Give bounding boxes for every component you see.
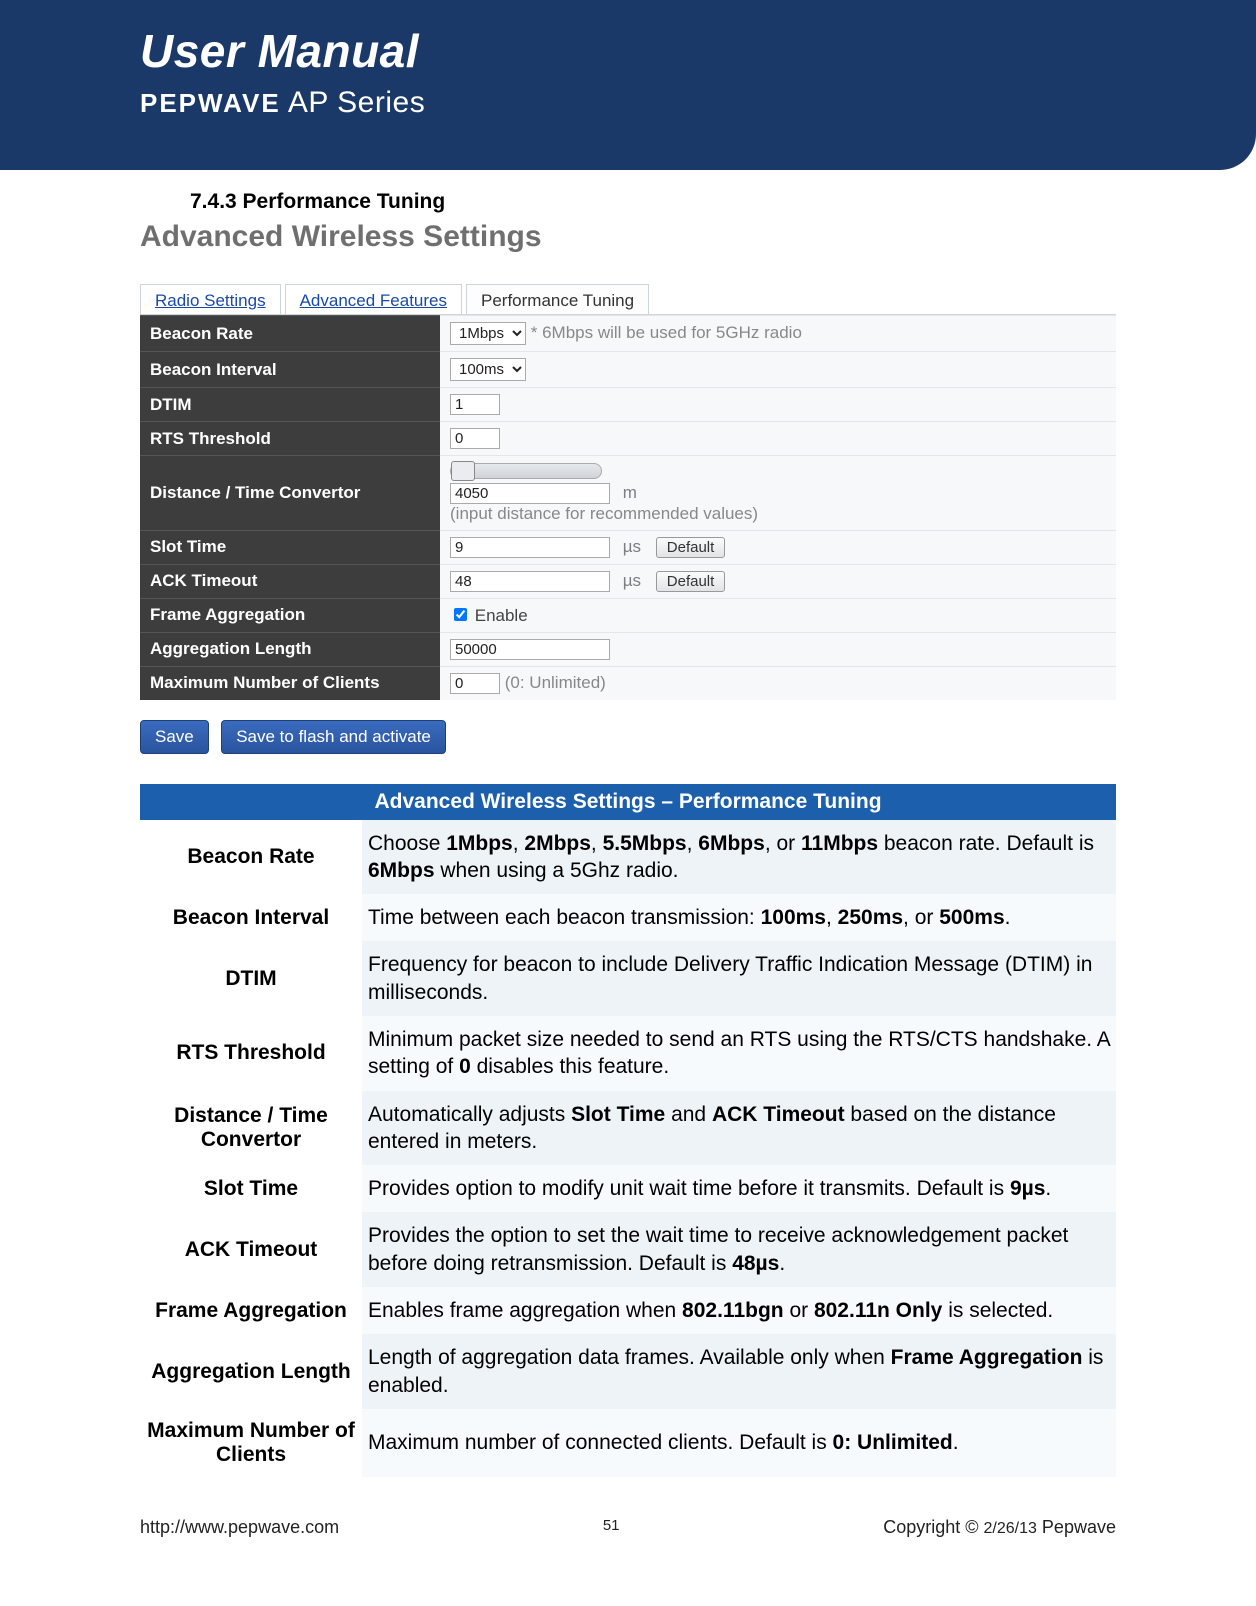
input-agg-length[interactable] bbox=[450, 639, 610, 660]
save-button[interactable]: Save bbox=[140, 720, 209, 754]
desc-label-beacon-interval: Beacon Interval bbox=[140, 894, 362, 941]
tab-advanced-features[interactable]: Advanced Features bbox=[285, 284, 462, 314]
input-ack-timeout[interactable] bbox=[450, 571, 610, 592]
slider-distance[interactable] bbox=[450, 463, 602, 479]
hint-max-clients: (0: Unlimited) bbox=[505, 673, 606, 692]
desc-label-beacon-rate: Beacon Rate bbox=[140, 820, 362, 895]
default-ack-timeout-button[interactable]: Default bbox=[656, 571, 726, 592]
save-row: Save Save to flash and activate bbox=[140, 720, 1116, 754]
input-dtim[interactable] bbox=[450, 394, 500, 415]
select-beacon-interval[interactable]: 100ms bbox=[450, 358, 526, 381]
desc-label-slot-time: Slot Time bbox=[140, 1165, 362, 1212]
tab-radio-settings[interactable]: Radio Settings bbox=[140, 284, 281, 314]
input-max-clients[interactable] bbox=[450, 673, 500, 694]
unit-distance: m bbox=[623, 483, 637, 502]
footer-url: http://www.pepwave.com bbox=[140, 1517, 339, 1538]
desc-body-ack-timeout: Provides the option to set the wait time… bbox=[362, 1212, 1116, 1287]
desc-label-dtim: DTIM bbox=[140, 941, 362, 1016]
default-slot-time-button[interactable]: Default bbox=[656, 537, 726, 558]
label-agg-length: Aggregation Length bbox=[140, 632, 440, 666]
doc-banner: User Manual PEPWAVE AP Series bbox=[0, 0, 1256, 170]
save-activate-button[interactable]: Save to flash and activate bbox=[221, 720, 446, 754]
input-distance[interactable] bbox=[450, 483, 610, 504]
doc-subtitle: PEPWAVE AP Series bbox=[140, 86, 1256, 120]
input-rts[interactable] bbox=[450, 428, 500, 449]
description-table: Beacon Rate Choose 1Mbps, 2Mbps, 5.5Mbps… bbox=[140, 820, 1116, 1477]
settings-table: Beacon Rate 1Mbps * 6Mbps will be used f… bbox=[140, 315, 1116, 700]
footer-copyright: Copyright © 2/26/13 Pepwave bbox=[883, 1517, 1116, 1538]
page-footer: http://www.pepwave.com 51 Copyright © 2/… bbox=[0, 1477, 1256, 1568]
desc-label-max-clients: Maximum Number of Clients bbox=[140, 1409, 362, 1477]
desc-body-beacon-rate: Choose 1Mbps, 2Mbps, 5.5Mbps, 6Mbps, or … bbox=[362, 820, 1116, 895]
label-beacon-interval: Beacon Interval bbox=[140, 352, 440, 388]
label-dtim: DTIM bbox=[140, 388, 440, 422]
label-frame-agg: Frame Aggregation bbox=[140, 598, 440, 632]
enable-label: Enable bbox=[475, 606, 528, 625]
desc-label-frame-agg: Frame Aggregation bbox=[140, 1287, 362, 1334]
doc-title: User Manual bbox=[140, 24, 1256, 78]
label-rts: RTS Threshold bbox=[140, 422, 440, 456]
desc-body-slot-time: Provides option to modify unit wait time… bbox=[362, 1165, 1116, 1212]
label-max-clients: Maximum Number of Clients bbox=[140, 666, 440, 700]
desc-body-rts: Minimum packet size needed to send an RT… bbox=[362, 1016, 1116, 1091]
note-beacon-rate: * 6Mbps will be used for 5GHz radio bbox=[531, 323, 802, 342]
tab-bar: Radio Settings Advanced Features Perform… bbox=[140, 284, 1116, 315]
desc-label-rts: RTS Threshold bbox=[140, 1016, 362, 1091]
input-slot-time[interactable] bbox=[450, 537, 610, 558]
label-distance: Distance / Time Convertor bbox=[140, 456, 440, 531]
section-heading: 7.4.3 Performance Tuning bbox=[190, 190, 1116, 214]
unit-ack-timeout: µs bbox=[623, 571, 641, 590]
advanced-title: Advanced Wireless Settings bbox=[140, 220, 1116, 254]
hint-distance: (input distance for recommended values) bbox=[450, 504, 758, 523]
slider-thumb[interactable] bbox=[451, 461, 475, 481]
desc-label-ack-timeout: ACK Timeout bbox=[140, 1212, 362, 1287]
unit-slot-time: µs bbox=[623, 537, 641, 556]
checkbox-frame-agg[interactable] bbox=[454, 608, 467, 621]
label-slot-time: Slot Time bbox=[140, 530, 440, 564]
desc-body-agg-length: Length of aggregation data frames. Avail… bbox=[362, 1334, 1116, 1409]
desc-body-dtim: Frequency for beacon to include Delivery… bbox=[362, 941, 1116, 1016]
page-number: 51 bbox=[603, 1517, 620, 1538]
label-beacon-rate: Beacon Rate bbox=[140, 316, 440, 352]
desc-body-beacon-interval: Time between each beacon transmission: 1… bbox=[362, 894, 1116, 941]
tab-performance-tuning[interactable]: Performance Tuning bbox=[466, 284, 649, 314]
desc-header: Advanced Wireless Settings – Performance… bbox=[140, 784, 1116, 820]
desc-body-distance: Automatically adjusts Slot Time and ACK … bbox=[362, 1091, 1116, 1166]
brand-name: PEPWAVE bbox=[140, 88, 281, 118]
desc-label-distance: Distance / Time Convertor bbox=[140, 1091, 362, 1166]
desc-label-agg-length: Aggregation Length bbox=[140, 1334, 362, 1409]
series-name: AP Series bbox=[281, 86, 426, 119]
desc-body-max-clients: Maximum number of connected clients. Def… bbox=[362, 1409, 1116, 1477]
label-ack-timeout: ACK Timeout bbox=[140, 564, 440, 598]
select-beacon-rate[interactable]: 1Mbps bbox=[450, 322, 526, 345]
desc-body-frame-agg: Enables frame aggregation when 802.11bgn… bbox=[362, 1287, 1116, 1334]
